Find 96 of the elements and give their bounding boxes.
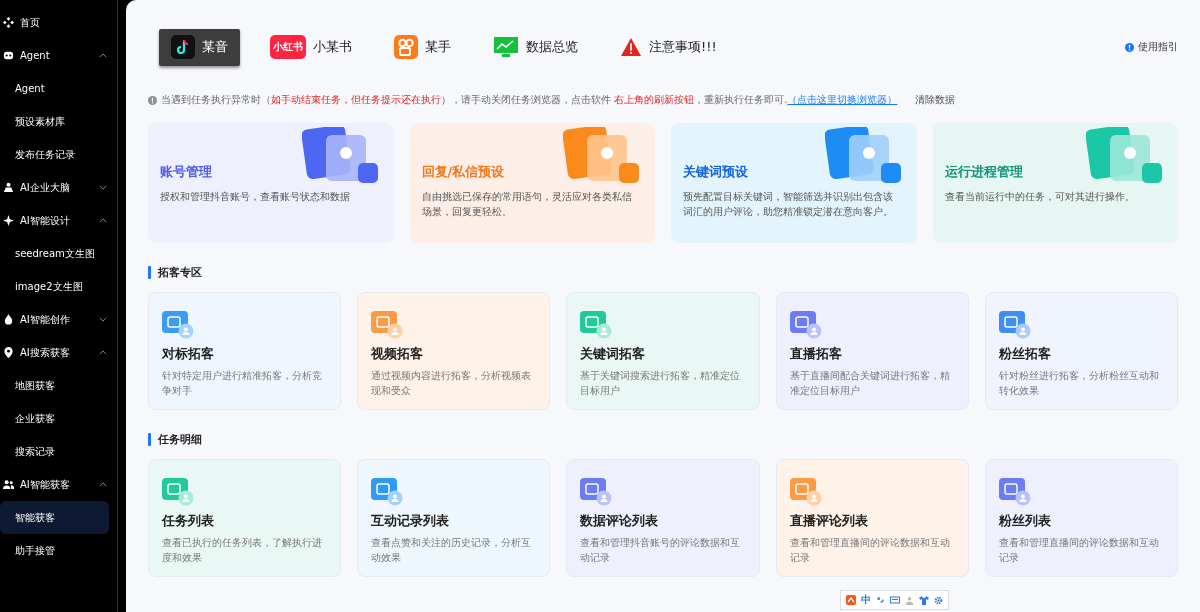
card-description: 通过视频内容进行拓客，分析视频表现和受众 [371, 369, 533, 398]
notice-text: 当遇到任务执行异常时（如手动结束任务，但任务提示还在执行），请手动关闭任务浏览器，点击软件 右上角的刷新按钮，重新执行任务即可.（点击这里切换浏览器） [161, 93, 898, 107]
info-icon [1125, 42, 1134, 52]
sidebar-subitem[interactable]: 助手接管 [0, 534, 109, 567]
sidebar-subitem[interactable]: 地图获客 [0, 369, 109, 402]
card-title: 互动记录列表 [371, 512, 451, 530]
camera-logo-icon [394, 35, 418, 59]
feature-card[interactable]: 账号管理 授权和管理抖音账号，查看账号状态和数据 [148, 123, 394, 243]
sidebar-item[interactable]: AI智能创作 [0, 303, 117, 336]
punctuation-icon[interactable] [876, 595, 885, 605]
feature-card[interactable]: 关键词预设 预先配置目标关键词，智能筛选并识别出包含该词汇的用户评论，助您精准锁定潜在意向客户。 [671, 123, 917, 243]
card-description: 查看已执行的任务列表，了解执行进度和效果 [162, 536, 323, 565]
card-title: 视频拓客 [371, 345, 425, 363]
robot-icon [3, 50, 14, 61]
shirt-icon[interactable] [919, 595, 929, 605]
feature-card[interactable]: 任务列表 查看已执行的任务列表，了解执行进度和效果 [148, 459, 342, 577]
card-description: 查看点赞和关注的历史记录，分析互动效果 [371, 536, 533, 565]
feature-card[interactable]: 回复/私信预设 自由挑选已保存的常用语句，灵活应对各类私信场景，回复更轻松。 [409, 123, 655, 243]
feature-card[interactable]: 数据评论列表 查看和管理抖音账号的评论数据和互动记录 [566, 459, 760, 577]
sidebar-subitem[interactable]: 发布任务记录 [0, 138, 109, 171]
card-title: 账号管理 [160, 163, 213, 181]
sidebar-subitem[interactable]: seedream文生图 [0, 237, 109, 270]
card-description: 查看和管理直播间的评论数据和互动记录 [998, 536, 1160, 565]
sidebar-subitem[interactable]: 智能获客 [0, 501, 109, 534]
people-icon [3, 182, 14, 193]
card-description: 针对特定用户进行精准拓客，分析竞争对手 [162, 369, 323, 398]
card-description: 基于直播间配合关键词进行拓客，精准定位目标用户 [789, 369, 951, 398]
sidebar-item[interactable]: AI搜索获客 [0, 336, 117, 369]
card-title: 关键词拓客 [580, 345, 647, 363]
users-icon [3, 479, 14, 490]
clear-data-button[interactable]: 清除数据 [915, 93, 956, 107]
section-title: 拓客专区 [158, 264, 202, 280]
card-title: 回复/私信预设 [421, 163, 506, 181]
feature-card[interactable]: 运行进程管理 查看当前运行中的任务，可对其进行操作。 [932, 123, 1178, 243]
info-icon [148, 95, 157, 105]
card-description: 自由挑选已保存的常用语句，灵活应对各类私信场景，回复更轻松。 [421, 190, 633, 219]
card-description: 针对粉丝进行拓客，分析粉丝互动和转化效果 [998, 369, 1160, 398]
card-title: 粉丝拓客 [998, 345, 1052, 363]
switch-browser-link[interactable]: （点击这里切换浏览器） [787, 94, 898, 105]
card-title: 关键词预设 [683, 163, 749, 181]
feature-card[interactable]: 直播评论列表 查看和管理直播间的评论数据和互动记录 [775, 459, 969, 577]
location-pin-icon [3, 347, 14, 358]
sidebar-subitem[interactable]: 企业获客 [0, 402, 109, 435]
sidebar-item[interactable]: AI企业大脑 [0, 171, 117, 204]
chevron-up-icon [99, 350, 107, 355]
guide-link[interactable]: 使用指引 [1125, 40, 1178, 54]
feature-card[interactable]: 对标拓客 针对特定用户进行精准拓客，分析竞争对手 [148, 292, 342, 410]
card-title: 任务列表 [162, 512, 215, 530]
section-title: 任务明细 [158, 431, 202, 447]
sidebar-item[interactable]: 首页 [0, 6, 117, 39]
chevron-up-icon [99, 218, 107, 223]
chevron-up-icon [99, 53, 107, 58]
platform-tab[interactable]: 数据总览 [481, 28, 590, 66]
flame-icon [3, 314, 14, 325]
card-description: 查看当前运行中的任务，可对其进行操作。 [944, 190, 1136, 204]
sidebar-subitem[interactable]: Agent [0, 72, 109, 105]
card-title: 直播评论列表 [789, 512, 869, 530]
sidebar-item[interactable]: Agent [0, 39, 117, 72]
card-description: 预先配置目标关键词，智能筛选并识别出包含该词汇的用户评论，助您精准锁定潜在意向客户。 [683, 190, 894, 219]
settings-icon[interactable] [934, 595, 943, 605]
chevron-down-icon [99, 185, 107, 190]
monitor-chart-icon [493, 35, 519, 59]
music-note-icon [171, 35, 195, 59]
chevron-down-icon [99, 317, 107, 322]
sidebar-subitem[interactable]: image2文生图 [0, 270, 109, 303]
diamonds-icon [3, 17, 14, 28]
card-title: 粉丝列表 [998, 512, 1052, 530]
app-logo: 小红书 [270, 35, 306, 59]
card-description: 查看和管理直播间的评论数据和互动记录 [789, 536, 951, 565]
sidebar-item[interactable]: AI智能获客 [0, 468, 117, 501]
sparkle-icon [3, 215, 14, 226]
input-mode-toggle[interactable]: 中 [861, 593, 871, 607]
feature-card[interactable]: 直播拓客 基于直播间配合关键词进行拓客，精准定位目标用户 [775, 292, 969, 410]
feature-card[interactable]: 视频拓客 通过视频内容进行拓客，分析视频表现和受众 [357, 292, 551, 410]
platform-tab[interactable]: 某音 [159, 28, 240, 66]
card-title: 对标拓客 [162, 345, 215, 363]
platform-tab[interactable]: 注意事项!!! [608, 28, 729, 66]
card-description: 查看和管理抖音账号的评论数据和互动记录 [580, 536, 742, 565]
feature-card[interactable]: 粉丝列表 查看和管理直播间的评论数据和互动记录 [984, 459, 1178, 577]
card-title: 数据评论列表 [580, 512, 660, 530]
platform-tab[interactable]: 小红书 小某书 [258, 28, 364, 66]
feature-card[interactable]: 粉丝拓客 针对粉丝进行拓客，分析粉丝互动和转化效果 [984, 292, 1178, 410]
warning-icon [620, 37, 642, 57]
card-title: 运行进程管理 [944, 163, 1024, 181]
feature-card[interactable]: 互动记录列表 查看点赞和关注的历史记录，分析互动效果 [357, 459, 551, 577]
card-title: 直播拓客 [789, 345, 843, 363]
sidebar-subitem[interactable]: 预设素材库 [0, 105, 109, 138]
platform-tab[interactable]: 某手 [382, 28, 463, 66]
feature-card[interactable]: 关键词拓客 基于关键词搜索进行拓客，精准定位目标用户 [566, 292, 760, 410]
keyboard-icon[interactable] [890, 595, 900, 605]
app-logo-icon [846, 595, 856, 605]
sidebar-subitem[interactable]: 搜索记录 [0, 435, 109, 468]
chevron-up-icon [99, 482, 107, 487]
card-description: 基于关键词搜索进行拓客，精准定位目标用户 [580, 369, 742, 398]
sidebar-item[interactable]: AI智能设计 [0, 204, 117, 237]
card-description: 授权和管理抖音账号，查看账号状态和数据 [160, 190, 351, 204]
